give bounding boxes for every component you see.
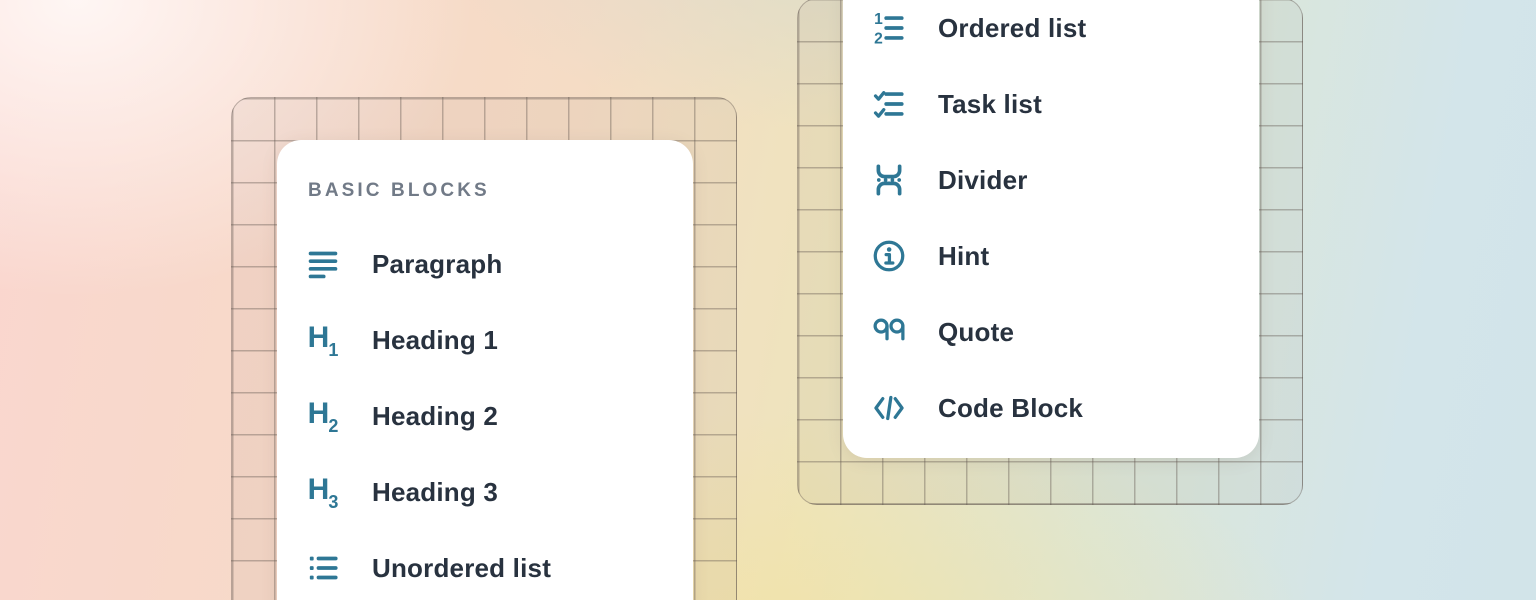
menu-item-label: Task list: [938, 89, 1042, 120]
unordered-list-icon: [305, 550, 341, 586]
menu-item-label: Divider: [938, 165, 1028, 196]
menu-item-heading-3[interactable]: H3 Heading 3: [277, 454, 693, 530]
basic-blocks-card: BASIC BLOCKS Paragraph H1 Heading 1 H2: [277, 140, 693, 600]
menu-item-label: Hint: [938, 241, 989, 272]
menu-item-divider[interactable]: Divider: [843, 142, 1259, 218]
code-block-icon: [871, 390, 907, 426]
menu-item-hint[interactable]: Hint: [843, 218, 1259, 294]
menu-item-ordered-list[interactable]: 1 2 Ordered list: [843, 0, 1259, 66]
menu-item-label: Quote: [938, 317, 1014, 348]
section-title: BASIC BLOCKS: [308, 178, 693, 204]
menu-item-label: Heading 3: [372, 477, 498, 508]
blocks-card-continued: 1 2 Ordered list Task list: [843, 0, 1259, 458]
menu-item-unordered-list[interactable]: Unordered list: [277, 530, 693, 600]
menu-item-heading-2[interactable]: H2 Heading 2: [277, 378, 693, 454]
heading-3-icon: H3: [305, 474, 341, 510]
ordered-list-icon: 1 2: [871, 10, 907, 46]
menu-item-label: Paragraph: [372, 249, 502, 280]
editor-blocks-illustration: BASIC BLOCKS Paragraph H1 Heading 1 H2: [0, 0, 1536, 600]
paragraph-icon: [305, 246, 341, 282]
heading-1-icon: H1: [305, 322, 341, 358]
menu-item-label: Ordered list: [938, 13, 1086, 44]
svg-text:2: 2: [874, 31, 883, 45]
quote-icon: [871, 314, 907, 350]
task-list-icon: [871, 86, 907, 122]
menu-item-label: Code Block: [938, 393, 1083, 424]
svg-text:1: 1: [874, 11, 883, 28]
menu-item-quote[interactable]: Quote: [843, 294, 1259, 370]
menu-item-code-block[interactable]: Code Block: [843, 370, 1259, 446]
divider-icon: [871, 162, 907, 198]
basic-blocks-menu: Paragraph H1 Heading 1 H2 Heading 2 H3 H…: [277, 226, 693, 600]
menu-item-paragraph[interactable]: Paragraph: [277, 226, 693, 302]
blocks-menu: 1 2 Ordered list Task list: [843, 0, 1259, 446]
hint-icon: [871, 238, 907, 274]
menu-item-label: Heading 1: [372, 325, 498, 356]
menu-item-label: Heading 2: [372, 401, 498, 432]
menu-item-label: Unordered list: [372, 553, 551, 584]
menu-item-task-list[interactable]: Task list: [843, 66, 1259, 142]
menu-item-heading-1[interactable]: H1 Heading 1: [277, 302, 693, 378]
heading-2-icon: H2: [305, 398, 341, 434]
